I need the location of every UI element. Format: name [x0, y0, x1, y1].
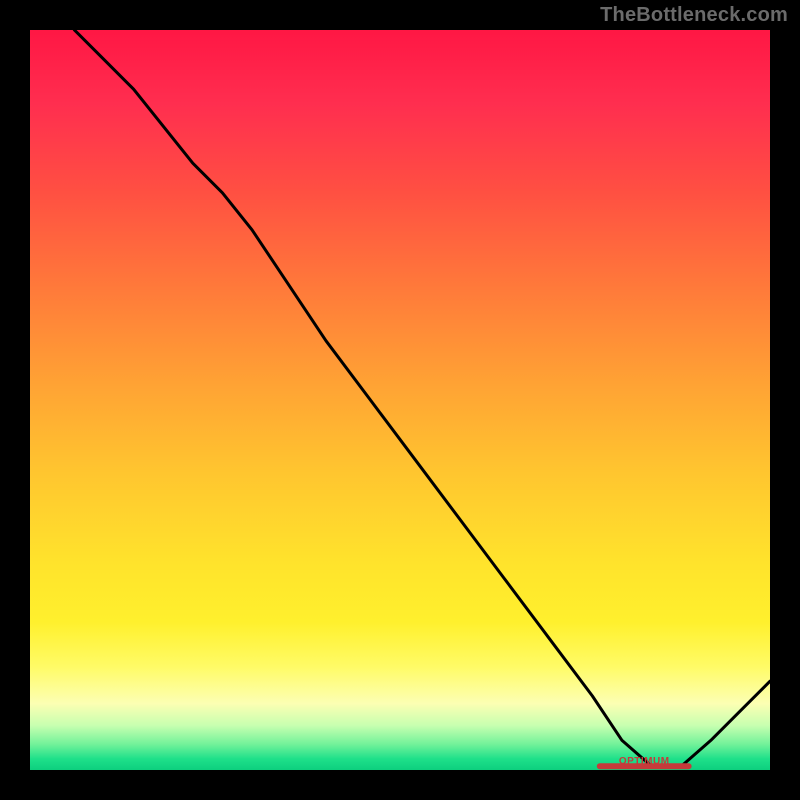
plot-background — [30, 30, 770, 770]
watermark-text: TheBottleneck.com — [600, 4, 788, 27]
chart-frame: OPTIMUM TheBottleneck.com — [0, 0, 800, 800]
